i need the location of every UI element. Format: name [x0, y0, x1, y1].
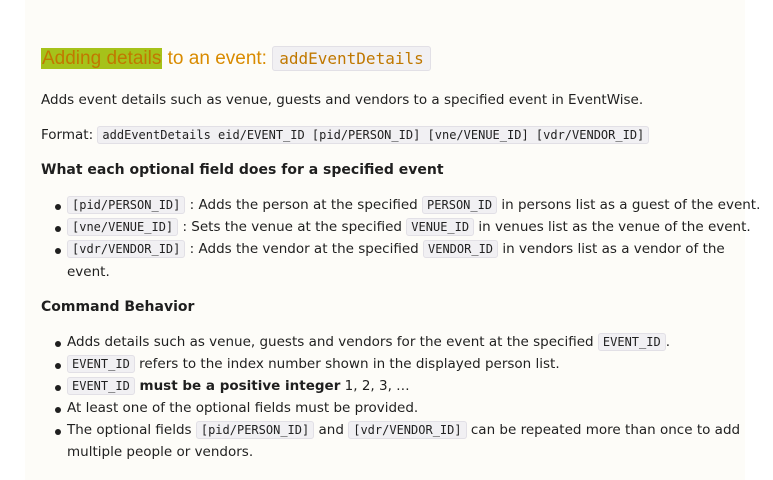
field-code: [pid/PERSON_ID]	[195, 421, 315, 439]
format-line: Format: addEventDetails eid/EVENT_ID [pi…	[41, 126, 650, 144]
list-item: EVENT_ID must be a positive integer 1, 2…	[41, 377, 741, 398]
heading-text: to an event:	[162, 48, 273, 69]
bullet-icon	[55, 363, 61, 369]
document-page: Adding details to an event: addEventDeta…	[25, 0, 760, 480]
heading-highlight: Adding details	[41, 48, 163, 69]
list-item: The optional fields [pid/PERSON_ID] and …	[41, 421, 741, 464]
list-item: [pid/PERSON_ID] : Adds the person at the…	[41, 196, 760, 217]
list-item: Adds details such as venue, guests and v…	[41, 333, 741, 354]
command-behavior-heading: Command Behavior	[41, 299, 195, 315]
bullet-icon	[55, 341, 61, 347]
field-code: VENDOR_ID	[423, 240, 499, 258]
heading-command-code: addEventDetails	[272, 46, 431, 71]
event-id-code: EVENT_ID	[597, 333, 666, 351]
list-item: [vne/VENUE_ID] : Sets the venue at the s…	[41, 218, 751, 239]
bullet-icon	[55, 248, 61, 254]
field-code: [vdr/VENDOR_ID]	[67, 240, 186, 258]
bullet-icon	[55, 226, 61, 232]
bullet-icon	[55, 407, 61, 413]
bullet-icon	[55, 385, 61, 391]
list-item: EVENT_ID refers to the index number show…	[41, 355, 741, 376]
field-code: VENUE_ID	[406, 218, 475, 236]
optional-fields-heading: What each optional field does for a spec…	[41, 162, 444, 178]
intro-paragraph: Adds event details such as venue, guests…	[41, 92, 644, 108]
event-id-code: EVENT_ID	[67, 355, 135, 373]
bullet-icon	[55, 204, 61, 210]
event-id-code: EVENT_ID	[67, 377, 135, 395]
format-label: Format:	[41, 127, 98, 143]
format-code: addEventDetails eid/EVENT_ID [pid/PERSON…	[97, 126, 650, 144]
field-code: [pid/PERSON_ID]	[67, 196, 186, 214]
section-heading: Adding details to an event: addEventDeta…	[41, 46, 431, 71]
field-code: [vdr/VENDOR_ID]	[348, 421, 467, 439]
field-code: [vne/VENUE_ID]	[67, 218, 179, 236]
list-item: [vdr/VENDOR_ID] : Adds the vendor at the…	[41, 240, 741, 283]
list-item: At least one of the optional fields must…	[41, 400, 741, 420]
field-code: PERSON_ID	[422, 196, 498, 214]
bullet-icon	[55, 429, 61, 435]
